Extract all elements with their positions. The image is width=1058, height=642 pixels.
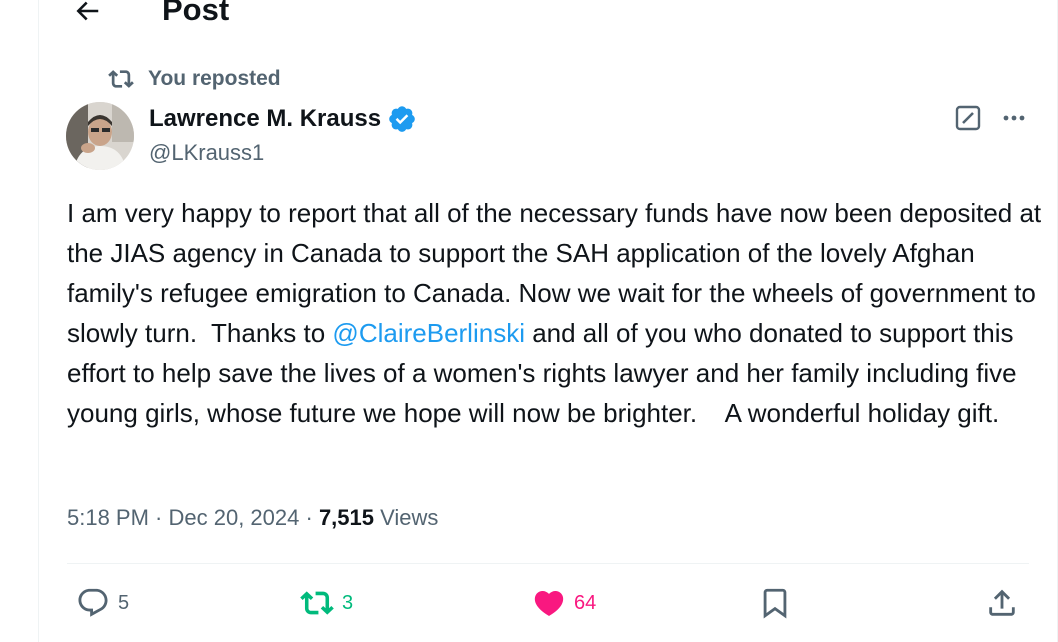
meta-separator: ·	[299, 505, 319, 530]
reply-count: 5	[118, 591, 130, 614]
grok-button[interactable]	[954, 104, 982, 132]
views-count: 7,515	[318, 505, 374, 530]
more-horizontal-icon	[1003, 115, 1025, 121]
views-label: Views	[374, 505, 439, 530]
page-title: Post	[162, 0, 230, 27]
divider	[67, 563, 1029, 564]
author-name[interactable]: Lawrence M. Krauss	[149, 103, 417, 135]
post-time[interactable]: 5:18 PM	[67, 505, 149, 530]
repost-count: 3	[342, 591, 354, 614]
grok-icon	[955, 105, 981, 131]
avatar[interactable]	[66, 102, 134, 170]
repost-indicator: You reposted	[108, 66, 281, 92]
mention-link[interactable]: @ClaireBerlinski	[332, 318, 525, 348]
verified-badge-icon	[389, 106, 415, 132]
repost-label: You reposted	[148, 67, 281, 90]
repost-icon	[108, 70, 134, 88]
post-date[interactable]: Dec 20, 2024	[169, 505, 300, 530]
like-count: 64	[574, 591, 597, 614]
post-text: I am very happy to report that all of th…	[67, 193, 1042, 433]
more-button[interactable]	[1000, 104, 1028, 132]
bookmark-icon	[763, 588, 787, 619]
reply-button[interactable]: 5	[76, 584, 129, 622]
share-button[interactable]	[985, 584, 1027, 622]
repost-icon	[300, 591, 334, 615]
bookmark-button[interactable]	[758, 584, 800, 622]
heart-icon	[534, 590, 564, 616]
repost-button[interactable]: 3	[300, 584, 353, 622]
meta-separator: ·	[148, 505, 169, 530]
reply-icon	[78, 588, 108, 617]
avatar-photo	[66, 102, 134, 170]
arrow-left-icon	[76, 1, 99, 21]
post-meta: 5:18 PM · Dec 20, 2024 · 7,515 Views	[67, 500, 438, 536]
back-button[interactable]	[70, 0, 104, 28]
author-handle[interactable]: @LKrauss1	[149, 138, 264, 168]
author-name-text: Lawrence M. Krauss	[149, 105, 382, 132]
like-button[interactable]: 64	[532, 584, 596, 622]
share-icon	[989, 589, 1015, 616]
